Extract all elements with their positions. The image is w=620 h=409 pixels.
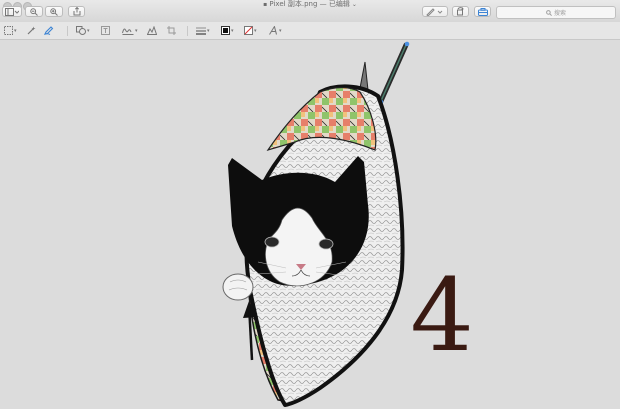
- search-placeholder: 搜索: [553, 10, 566, 17]
- border-color-icon: [221, 26, 230, 35]
- tool-line-style[interactable]: ▾: [196, 25, 210, 36]
- zoom-out-button[interactable]: [25, 6, 43, 17]
- share-icon: [73, 7, 80, 16]
- zoom-out-icon: [30, 7, 38, 16]
- image-canvas[interactable]: 4: [0, 40, 620, 409]
- markup-pen-button[interactable]: [422, 6, 448, 17]
- tool-text[interactable]: [101, 25, 110, 36]
- zoom-in-button[interactable]: [45, 6, 63, 17]
- tool-sign[interactable]: ▾: [122, 25, 138, 36]
- rotate-icon: [457, 7, 464, 16]
- preview-window: ▪ Pixel 副本.png — 已编辑 ⌄ 搜索 ▾ ▾ ▾ ▾ ▾ ▾ ▾ …: [0, 0, 620, 409]
- cat-in-bag-photo: [222, 41, 410, 407]
- tool-shapes[interactable]: ▾: [76, 25, 90, 36]
- tool-instant-alpha[interactable]: [27, 25, 36, 36]
- pen-icon: [426, 7, 443, 16]
- tool-crop[interactable]: [167, 25, 176, 36]
- chevron-down-icon[interactable]: ⌄: [352, 1, 357, 8]
- tool-fill-color[interactable]: ▾: [244, 25, 257, 36]
- chevron-down-icon: ▾: [231, 27, 234, 34]
- toolbar-divider: [187, 26, 188, 36]
- title-status: — 已编辑: [319, 0, 350, 8]
- chevron-down-icon: ▾: [207, 27, 210, 34]
- search-icon: [546, 9, 552, 16]
- signature-icon: [122, 28, 134, 35]
- rect-selection-icon: [4, 26, 13, 35]
- title-filename: Pixel 副本.png: [269, 0, 318, 8]
- markup-toolbox-button[interactable]: [474, 6, 491, 17]
- rotate-button[interactable]: [452, 6, 469, 17]
- toolbox-icon: [477, 7, 488, 16]
- crop-icon: [167, 26, 176, 35]
- tool-border-color[interactable]: ▾: [221, 25, 234, 36]
- share-button[interactable]: [68, 6, 85, 17]
- tool-adjust-color[interactable]: [147, 25, 157, 36]
- overlay-number-text: 4: [410, 257, 474, 374]
- tool-selection[interactable]: ▾: [4, 25, 17, 36]
- chevron-down-icon: ▾: [135, 27, 138, 34]
- chevron-down-icon: ▾: [254, 27, 257, 34]
- sidebar-icon: [5, 7, 19, 16]
- chevron-down-icon: ▾: [87, 27, 90, 34]
- tool-text-style[interactable]: ▾: [269, 25, 282, 36]
- shapes-icon: [76, 26, 86, 35]
- text-box-icon: [101, 26, 110, 35]
- adjust-color-icon: [147, 26, 157, 35]
- sidebar-toggle-button[interactable]: [2, 6, 22, 17]
- magic-wand-icon: [27, 26, 36, 35]
- document-icon: ▪: [263, 1, 268, 8]
- search-field[interactable]: 搜索: [496, 6, 616, 19]
- toolbar-divider: [67, 26, 68, 36]
- text-style-icon: [269, 26, 277, 35]
- fill-color-icon: [244, 26, 253, 35]
- title-bar: ▪ Pixel 副本.png — 已编辑 ⌄ 搜索: [0, 0, 620, 23]
- line-style-icon: [196, 27, 206, 35]
- chevron-down-icon: ▾: [279, 27, 282, 34]
- sketch-pen-icon: [44, 26, 54, 35]
- markup-toolbar: ▾ ▾ ▾ ▾ ▾ ▾ ▾: [0, 22, 620, 40]
- tool-sketch[interactable]: [44, 25, 54, 36]
- zoom-in-icon: [50, 7, 58, 16]
- chevron-down-icon: ▾: [14, 27, 17, 34]
